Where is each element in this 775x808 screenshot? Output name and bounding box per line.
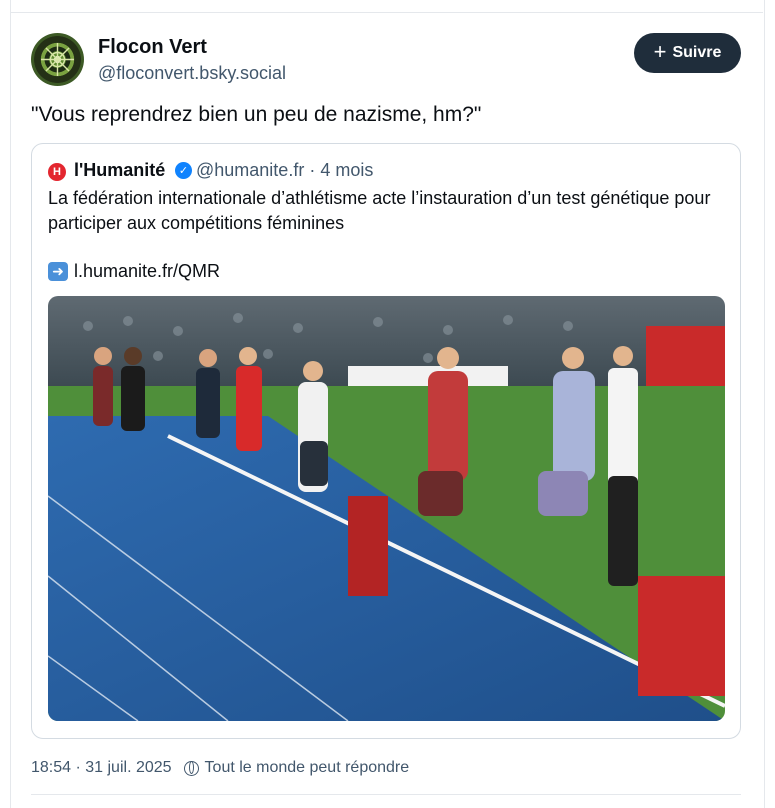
quote-image[interactable] [48,296,725,721]
avatar[interactable] [31,33,84,86]
reply-setting-label: Tout le monde peut répondre [204,759,410,776]
plus-icon: + [653,39,667,64]
follow-label: Suivre [672,44,722,61]
quote-author-handle[interactable]: @humanite.fr [196,160,304,180]
top-divider [10,12,763,13]
post-text: "Vous reprendrez bien un peu de nazisme,… [31,103,482,126]
bottom-divider [31,794,741,795]
verified-check-icon: ✓ [175,162,192,179]
post-timestamp[interactable]: 18:54 · 31 juil. 2025 [31,759,172,777]
right-arrow-icon: ➜ [48,262,68,281]
quote-link-row: ➜ l.humanite.fr/QMR [48,261,220,282]
humanite-logo-icon: H [48,163,66,181]
meta-separator: · [309,160,316,180]
quote-author-name[interactable]: l'Humanité [74,160,165,181]
globe-icon [183,760,199,776]
quoted-post[interactable]: H l'Humanité ✓ @humanite.fr · 4 mois La … [31,143,741,739]
post-footer: 18:54 · 31 juil. 2025 Tout le monde peut… [31,759,409,777]
follow-button[interactable]: + Suivre [634,33,741,73]
quote-meta: @humanite.fr · 4 mois [196,160,373,181]
author-name[interactable]: Flocon Vert [98,36,207,59]
quote-age: 4 mois [320,160,374,180]
quote-link[interactable]: l.humanite.fr/QMR [74,261,220,282]
author-handle[interactable]: @floconvert.bsky.social [98,63,286,84]
quote-text: La fédération internationale d’athlétism… [48,188,711,233]
reply-setting: Tout le monde peut répondre [183,759,410,777]
